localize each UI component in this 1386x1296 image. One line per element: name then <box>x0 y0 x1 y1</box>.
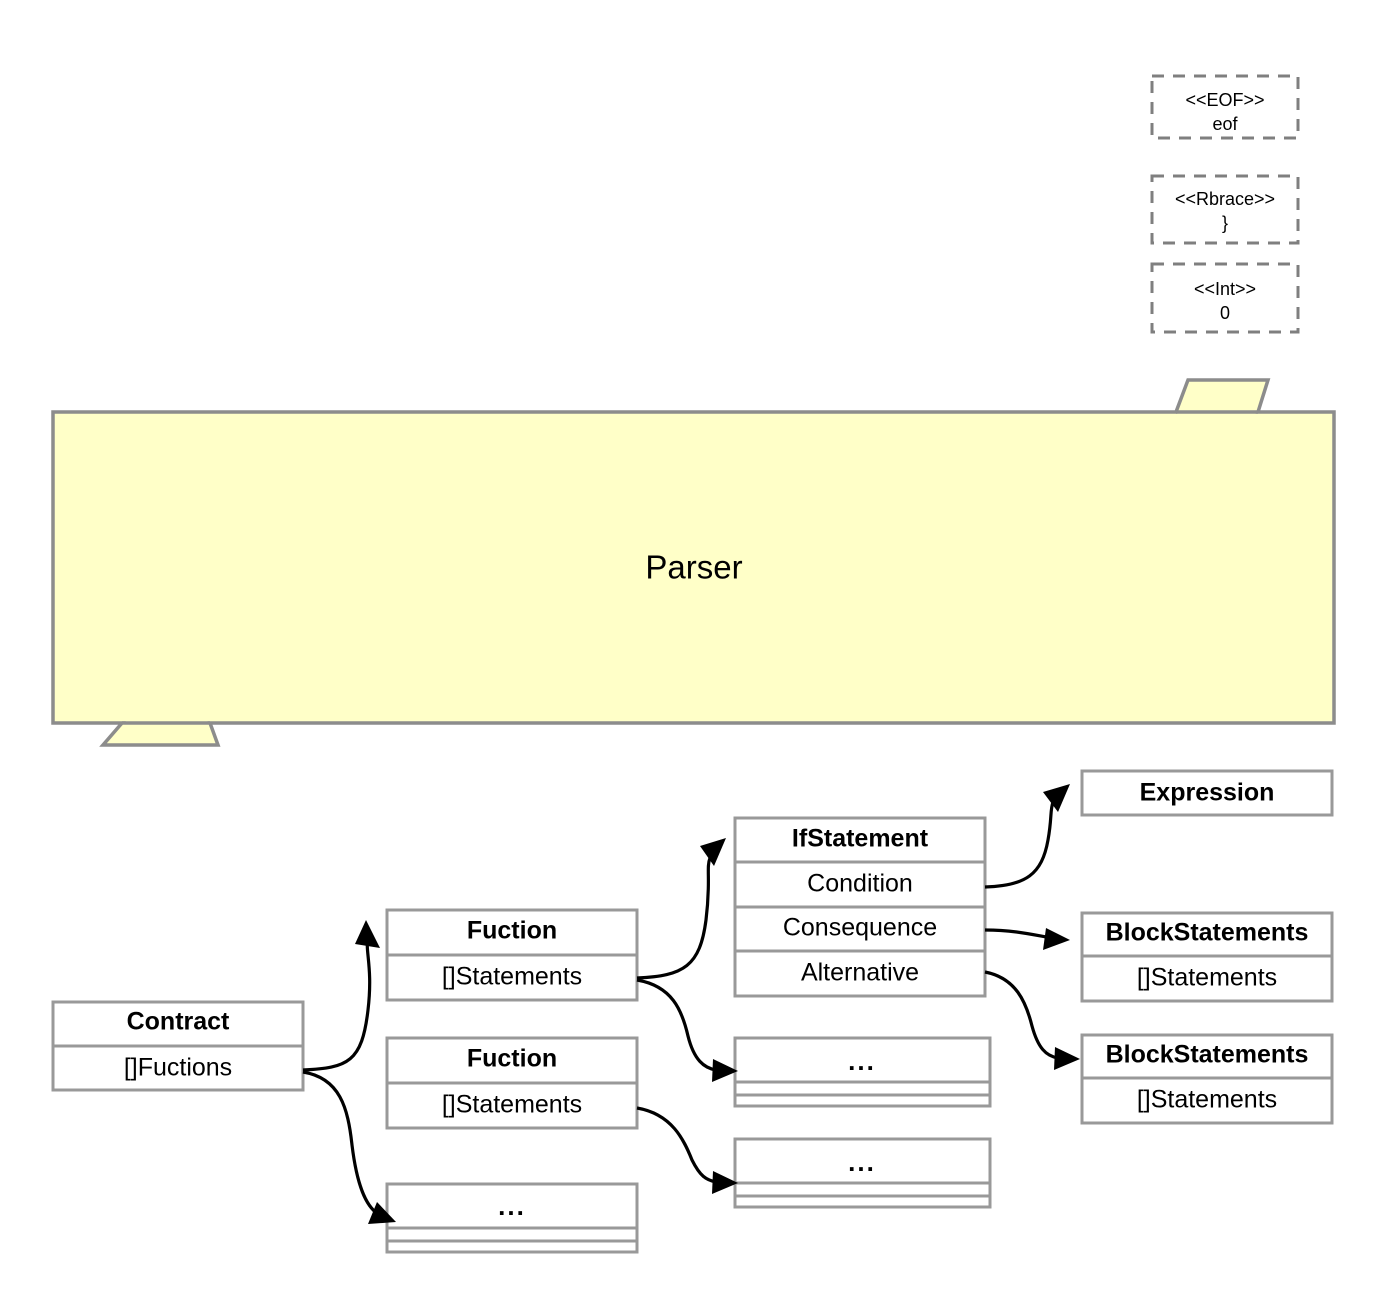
edge-fuction-2-to-statement-more-2 <box>636 1106 738 1194</box>
node-blockstatements-1-field-statements: []Statements <box>1137 964 1277 992</box>
node-contract-field-fuctions: []Fuctions <box>124 1054 232 1082</box>
node-blockstatements-2[interactable]: BlockStatements []Statements <box>1080 1033 1334 1125</box>
token-rbrace-box <box>1150 174 1300 245</box>
edge-consequence-to-blockstatements-1-arrowhead <box>1043 928 1070 950</box>
edge-fuction-1-to-statement-more-1 <box>636 978 738 1082</box>
node-fuction-1-title: Fuction <box>467 917 557 945</box>
token-eof-literal: eof <box>1212 114 1238 134</box>
node-blockstatements-2-field-statements: []Statements <box>1137 1086 1277 1114</box>
edge-contract-to-fuction-more-path <box>302 1070 379 1216</box>
edge-condition-to-expression <box>984 784 1070 889</box>
edge-fuction-1-to-statement-more-1-path <box>636 978 717 1072</box>
token-int-literal: 0 <box>1220 303 1230 323</box>
node-statement-more-1-title: ... <box>848 1046 876 1076</box>
edge-alternative-to-blockstatements-2 <box>984 970 1080 1070</box>
node-expression-title: Expression <box>1140 779 1275 807</box>
edge-contract-to-fuction-more <box>302 1070 396 1224</box>
node-fuction-1-field-statements: []Statements <box>442 963 582 991</box>
node-expression[interactable]: Expression <box>1080 769 1334 817</box>
node-ifstatement[interactable]: IfStatement Condition Consequence Altern… <box>733 816 987 998</box>
edge-condition-to-expression-path <box>984 801 1055 889</box>
node-ifstatement-field-condition: Condition <box>807 870 913 898</box>
token-eof[interactable]: <<EOF>> eof <box>1150 74 1300 140</box>
node-blockstatements-1[interactable]: BlockStatements []Statements <box>1080 911 1334 1003</box>
node-statement-more-2-title: ... <box>848 1147 876 1177</box>
node-ifstatement-field-alternative: Alternative <box>801 959 919 987</box>
token-rbrace[interactable]: <<Rbrace>> } <box>1150 174 1300 245</box>
node-ifstatement-field-consequence: Consequence <box>783 914 937 942</box>
node-fuction-more-title: ... <box>498 1191 526 1221</box>
edge-condition-to-expression-arrowhead <box>1043 784 1070 812</box>
node-fuction-2[interactable]: Fuction []Statements <box>385 1036 639 1130</box>
token-int[interactable]: <<Int>> 0 <box>1150 262 1300 334</box>
edge-fuction-1-to-ifstatement <box>636 838 726 980</box>
edge-contract-to-fuction-1-path <box>302 939 372 1072</box>
edge-alternative-to-blockstatements-2-path <box>984 970 1059 1060</box>
token-int-type: <<Int>> <box>1194 279 1256 299</box>
parser-component[interactable]: Parser <box>51 378 1336 747</box>
edge-alternative-to-blockstatements-2-arrowhead <box>1054 1047 1080 1070</box>
edge-contract-to-fuction-1 <box>302 920 380 1072</box>
node-statement-more-1[interactable]: ... <box>733 1036 992 1108</box>
diagram-canvas: <<EOF>> eof <<Rbrace>> } <<Int>> 0 Parse… <box>0 0 1386 1296</box>
edge-fuction-2-to-statement-more-2-path <box>636 1106 717 1184</box>
edge-consequence-to-blockstatements-1 <box>984 928 1070 950</box>
token-rbrace-literal: } <box>1222 213 1228 233</box>
token-eof-type: <<EOF>> <box>1185 90 1264 110</box>
token-rbrace-type: <<Rbrace>> <box>1175 189 1275 209</box>
node-fuction-more[interactable]: ... <box>385 1182 639 1254</box>
node-contract-title: Contract <box>127 1008 230 1036</box>
edge-consequence-to-blockstatements-1-path <box>984 928 1047 939</box>
parser-ast-diagram: <<EOF>> eof <<Rbrace>> } <<Int>> 0 Parse… <box>51 74 1336 1254</box>
node-fuction-1[interactable]: Fuction []Statements <box>385 908 639 1002</box>
node-blockstatements-2-title: BlockStatements <box>1106 1041 1309 1069</box>
node-ifstatement-title: IfStatement <box>792 825 929 853</box>
edge-contract-to-fuction-1-arrowhead <box>355 920 380 948</box>
edge-fuction-1-to-ifstatement-path <box>636 857 712 980</box>
token-list: <<EOF>> eof <<Rbrace>> } <<Int>> 0 <box>1150 74 1300 334</box>
edge-fuction-1-to-ifstatement-arrowhead <box>700 838 726 866</box>
node-fuction-2-title: Fuction <box>467 1045 557 1073</box>
node-blockstatements-1-title: BlockStatements <box>1106 919 1309 947</box>
parser-label: Parser <box>645 549 742 586</box>
node-statement-more-2[interactable]: ... <box>733 1137 992 1209</box>
node-contract[interactable]: Contract []Fuctions <box>51 1000 305 1092</box>
node-fuction-2-field-statements: []Statements <box>442 1091 582 1119</box>
